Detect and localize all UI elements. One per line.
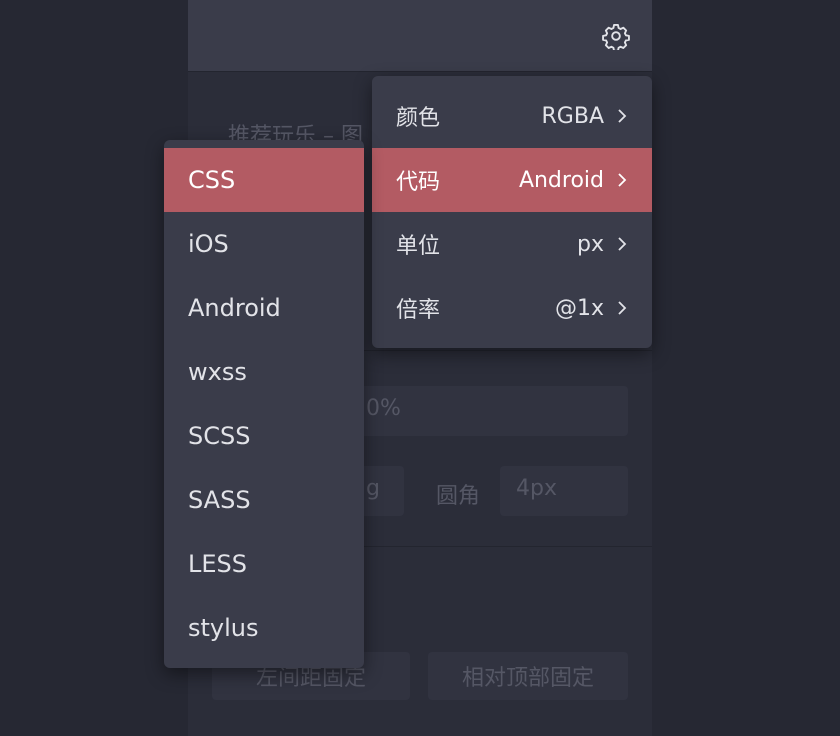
radius-field[interactable]: 4px — [500, 466, 628, 516]
opacity-value: 0% — [366, 396, 401, 421]
settings-item-code[interactable]: 代码 Android — [372, 148, 652, 212]
settings-item-scale[interactable]: 倍率 @1x — [372, 276, 652, 340]
position-top-button[interactable]: 相对顶部固定 — [428, 652, 628, 700]
settings-item-label: 颜色 — [396, 106, 441, 131]
settings-item-value: RGBA — [541, 103, 604, 129]
settings-item-label: 倍率 — [396, 298, 441, 323]
code-option-sass[interactable]: SASS — [164, 468, 364, 532]
fill-value: g — [366, 476, 380, 501]
code-option-android[interactable]: Android — [164, 276, 364, 340]
code-option-less[interactable]: LESS — [164, 532, 364, 596]
chevron-right-icon — [618, 109, 627, 123]
settings-item-value: Android — [518, 167, 604, 193]
settings-item-unit[interactable]: 单位 px — [372, 212, 652, 276]
code-option-scss[interactable]: SCSS — [164, 404, 364, 468]
radius-value: 4px — [516, 476, 557, 501]
gear-icon[interactable] — [602, 22, 630, 50]
settings-item-color[interactable]: 颜色 RGBA — [372, 84, 652, 148]
radius-label: 圆角 — [436, 484, 481, 509]
settings-item-label: 代码 — [396, 170, 441, 195]
code-option-wxss[interactable]: wxss — [164, 340, 364, 404]
settings-item-value: px — [577, 231, 604, 257]
chevron-right-icon — [618, 173, 627, 187]
settings-item-label: 单位 — [396, 234, 441, 259]
chevron-right-icon — [618, 237, 627, 251]
code-option-css[interactable]: CSS — [164, 148, 364, 212]
chevron-right-icon — [618, 301, 627, 315]
code-language-menu: CSS iOS Android wxss SCSS SASS LESS styl… — [164, 140, 364, 668]
code-option-ios[interactable]: iOS — [164, 212, 364, 276]
code-option-stylus[interactable]: stylus — [164, 596, 364, 660]
settings-menu: 颜色 RGBA 代码 Android 单位 px 倍率 @1x — [372, 76, 652, 348]
settings-item-value: @1x — [554, 295, 604, 321]
top-toolbar — [188, 0, 652, 72]
